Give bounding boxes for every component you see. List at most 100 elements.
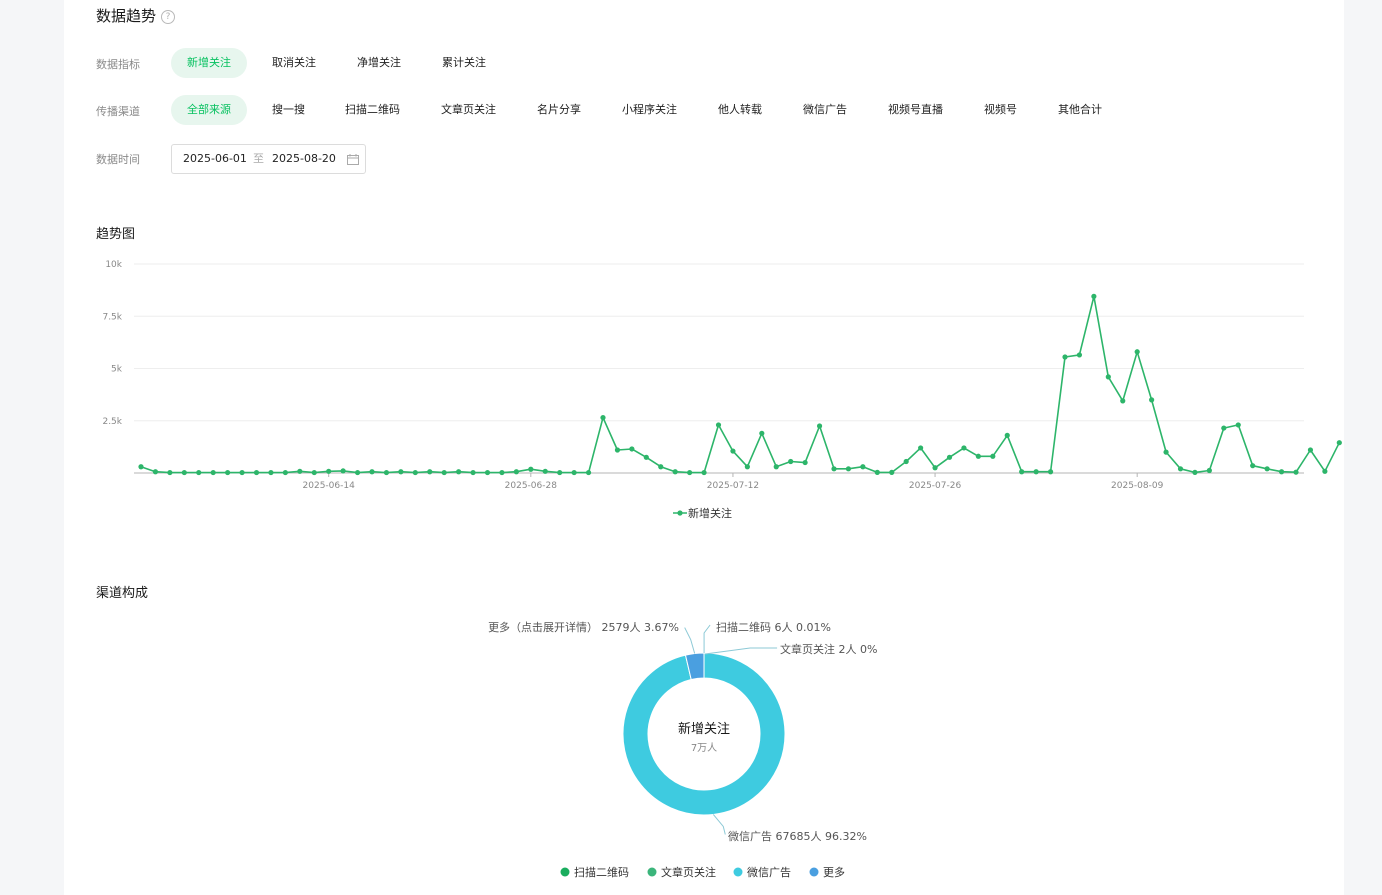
data-point[interactable] xyxy=(470,469,476,476)
data-point[interactable] xyxy=(773,464,779,470)
data-point[interactable] xyxy=(1134,349,1140,355)
metric-tab-new-follow[interactable]: 新增关注 xyxy=(171,48,247,78)
data-point[interactable] xyxy=(672,469,678,475)
data-point[interactable] xyxy=(181,469,187,476)
data-point[interactable] xyxy=(1336,440,1342,446)
data-point[interactable] xyxy=(1192,469,1198,475)
data-point[interactable] xyxy=(1105,374,1111,380)
data-point[interactable] xyxy=(889,469,895,475)
date-range-picker[interactable]: 2025-06-01 至 2025-08-20 xyxy=(171,144,366,174)
data-point[interactable] xyxy=(1307,447,1314,453)
data-point[interactable] xyxy=(571,469,577,476)
metric-tab-unfollow[interactable]: 取消关注 xyxy=(256,48,332,78)
data-point[interactable] xyxy=(1120,398,1126,404)
calendar-icon[interactable] xyxy=(347,154,359,165)
data-point[interactable] xyxy=(614,447,621,453)
data-point[interactable] xyxy=(1221,425,1227,431)
data-point[interactable] xyxy=(860,464,866,470)
data-point[interactable] xyxy=(1250,463,1256,469)
data-point[interactable] xyxy=(701,469,707,476)
data-point[interactable] xyxy=(196,469,202,476)
data-point[interactable] xyxy=(1019,469,1025,475)
data-point[interactable] xyxy=(788,458,794,465)
data-point[interactable] xyxy=(1062,354,1068,360)
channel-tab-card-share[interactable]: 名片分享 xyxy=(521,95,597,125)
data-point[interactable] xyxy=(239,469,245,476)
data-point[interactable] xyxy=(268,469,274,476)
donut-legend-item[interactable]: 文章页关注 xyxy=(647,865,717,879)
data-point[interactable] xyxy=(398,469,404,475)
data-point[interactable] xyxy=(1235,422,1241,428)
data-point[interactable] xyxy=(874,469,880,475)
data-point[interactable] xyxy=(383,469,390,476)
data-point[interactable] xyxy=(412,469,418,476)
data-point[interactable] xyxy=(946,454,953,460)
data-point[interactable] xyxy=(354,469,361,476)
data-point[interactable] xyxy=(557,469,563,476)
data-point[interactable] xyxy=(990,453,996,459)
data-point[interactable] xyxy=(643,454,649,460)
channel-tab-repost[interactable]: 他人转载 xyxy=(702,95,778,125)
data-point[interactable] xyxy=(210,469,216,476)
data-point[interactable] xyxy=(499,469,505,476)
channel-tab-wechat-ads[interactable]: 微信广告 xyxy=(787,95,863,125)
data-point[interactable] xyxy=(744,464,750,470)
data-point[interactable] xyxy=(138,464,144,470)
data-point[interactable] xyxy=(456,469,462,475)
channel-tab-article[interactable]: 文章页关注 xyxy=(425,95,512,125)
data-point[interactable] xyxy=(961,445,967,451)
data-point[interactable] xyxy=(513,469,519,475)
data-point[interactable] xyxy=(932,465,938,471)
data-point[interactable] xyxy=(1004,432,1010,438)
data-point[interactable] xyxy=(253,469,260,476)
data-point[interactable] xyxy=(1278,469,1285,475)
data-point[interactable] xyxy=(282,469,288,476)
data-point[interactable] xyxy=(816,423,823,429)
data-point[interactable] xyxy=(441,469,447,476)
donut-legend-item[interactable]: 更多 xyxy=(809,865,846,879)
data-point[interactable] xyxy=(528,466,534,472)
channel-tab-miniprogram[interactable]: 小程序关注 xyxy=(606,95,693,125)
data-point[interactable] xyxy=(600,415,606,421)
data-point[interactable] xyxy=(730,448,736,454)
data-point[interactable] xyxy=(340,468,346,474)
data-point[interactable] xyxy=(715,422,722,428)
channel-tab-channels[interactable]: 视频号 xyxy=(968,95,1033,125)
data-point[interactable] xyxy=(1293,469,1299,475)
data-point[interactable] xyxy=(1322,468,1328,474)
donut-legend-item[interactable]: 扫描二维码 xyxy=(560,865,630,879)
data-point[interactable] xyxy=(975,453,981,459)
channel-tab-channels-live[interactable]: 视频号直播 xyxy=(872,95,959,125)
data-point[interactable] xyxy=(311,469,317,476)
data-point[interactable] xyxy=(918,445,924,451)
data-point[interactable] xyxy=(484,469,491,476)
channel-tab-qrcode[interactable]: 扫描二维码 xyxy=(329,95,416,125)
metric-tab-net-follow[interactable]: 净增关注 xyxy=(341,48,417,78)
data-point[interactable] xyxy=(802,459,808,466)
donut-legend-item[interactable]: 微信广告 xyxy=(733,865,792,879)
channel-tab-all[interactable]: 全部来源 xyxy=(171,95,247,125)
channel-tab-others[interactable]: 其他合计 xyxy=(1042,95,1118,125)
data-point[interactable] xyxy=(687,469,693,476)
data-point[interactable] xyxy=(629,446,635,452)
data-point[interactable] xyxy=(542,468,548,474)
data-point[interactable] xyxy=(1264,466,1270,472)
trend-legend[interactable]: 新增关注 xyxy=(673,506,732,520)
data-point[interactable] xyxy=(903,458,909,465)
metric-tab-total-follow[interactable]: 累计关注 xyxy=(426,48,502,78)
data-point[interactable] xyxy=(585,469,592,476)
date-end[interactable]: 2025-08-20 xyxy=(272,145,336,173)
data-point[interactable] xyxy=(225,469,231,476)
data-point[interactable] xyxy=(831,466,837,472)
data-point[interactable] xyxy=(1033,469,1039,475)
help-icon[interactable]: ? xyxy=(161,10,176,24)
data-point[interactable] xyxy=(1163,449,1169,455)
channel-tab-search[interactable]: 搜一搜 xyxy=(256,95,321,125)
data-point[interactable] xyxy=(1149,397,1155,403)
date-start[interactable]: 2025-06-01 xyxy=(183,145,247,173)
data-point[interactable] xyxy=(297,468,303,474)
data-point[interactable] xyxy=(1206,467,1212,474)
data-point[interactable] xyxy=(369,469,375,475)
data-point[interactable] xyxy=(326,468,332,474)
data-point[interactable] xyxy=(1177,466,1184,472)
